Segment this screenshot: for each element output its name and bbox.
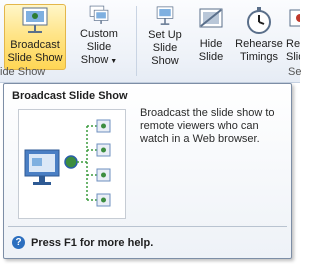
set-up-label-1: Set Up xyxy=(148,29,182,41)
hide-slide-button[interactable]: Hide Slide xyxy=(194,4,228,68)
tooltip-broadcast-slide-show: Broadcast Slide Show Broadcast the slide… xyxy=(3,83,292,259)
hide-slide-label-2: Slide xyxy=(198,51,224,63)
group-separator xyxy=(136,6,137,76)
tooltip-description: Broadcast the slide show to remote viewe… xyxy=(140,107,275,145)
custom-label-2: Slide Show ▼ xyxy=(80,41,118,66)
ribbon: Broadcast Slide Show Custom Slide Show ▼ … xyxy=(0,0,302,83)
hide-slide-label-1: Hide xyxy=(199,38,223,50)
custom-slide-show-button[interactable]: Custom Slide Show ▼ xyxy=(68,4,130,68)
broadcast-diagram-icon xyxy=(24,119,111,207)
record-icon xyxy=(289,9,300,27)
broadcast-label-2: Slide Show xyxy=(7,52,63,64)
stopwatch-icon xyxy=(247,7,271,34)
tooltip-illustration xyxy=(18,109,126,219)
set-up-slide-show-icon xyxy=(156,6,174,25)
record-slide-show-button[interactable]: Rec Slide xyxy=(286,4,300,68)
broadcast-slide-show-button[interactable]: Broadcast Slide Show xyxy=(4,4,66,70)
tooltip-divider xyxy=(8,226,287,227)
custom-slide-show-icon xyxy=(89,5,109,24)
set-up-label-2: Slide Show xyxy=(151,42,179,67)
rehearse-timings-button[interactable]: Rehearse Timings xyxy=(234,4,284,68)
broadcast-label-1: Broadcast xyxy=(10,39,60,51)
set-up-slide-show-button[interactable]: Set Up Slide Show xyxy=(139,4,191,68)
record-label-2: Slide xyxy=(286,51,300,63)
help-icon: ? xyxy=(12,236,25,249)
group-label-slide-show: ide Show xyxy=(0,66,46,78)
broadcast-icon xyxy=(22,7,48,33)
custom-label-1: Custom xyxy=(80,28,118,40)
group-label-set-up: Se xyxy=(288,66,302,78)
tooltip-help: ? Press F1 for more help. xyxy=(12,236,153,249)
rehearse-label-2: Timings xyxy=(239,51,279,63)
tooltip-title: Broadcast Slide Show xyxy=(12,90,128,102)
rehearse-label-1: Rehearse xyxy=(235,38,283,50)
hide-slide-icon xyxy=(199,8,223,28)
chevron-down-icon: ▼ xyxy=(110,58,118,65)
tooltip-help-text: Press F1 for more help. xyxy=(31,236,154,249)
record-label-1: Rec xyxy=(286,38,300,50)
